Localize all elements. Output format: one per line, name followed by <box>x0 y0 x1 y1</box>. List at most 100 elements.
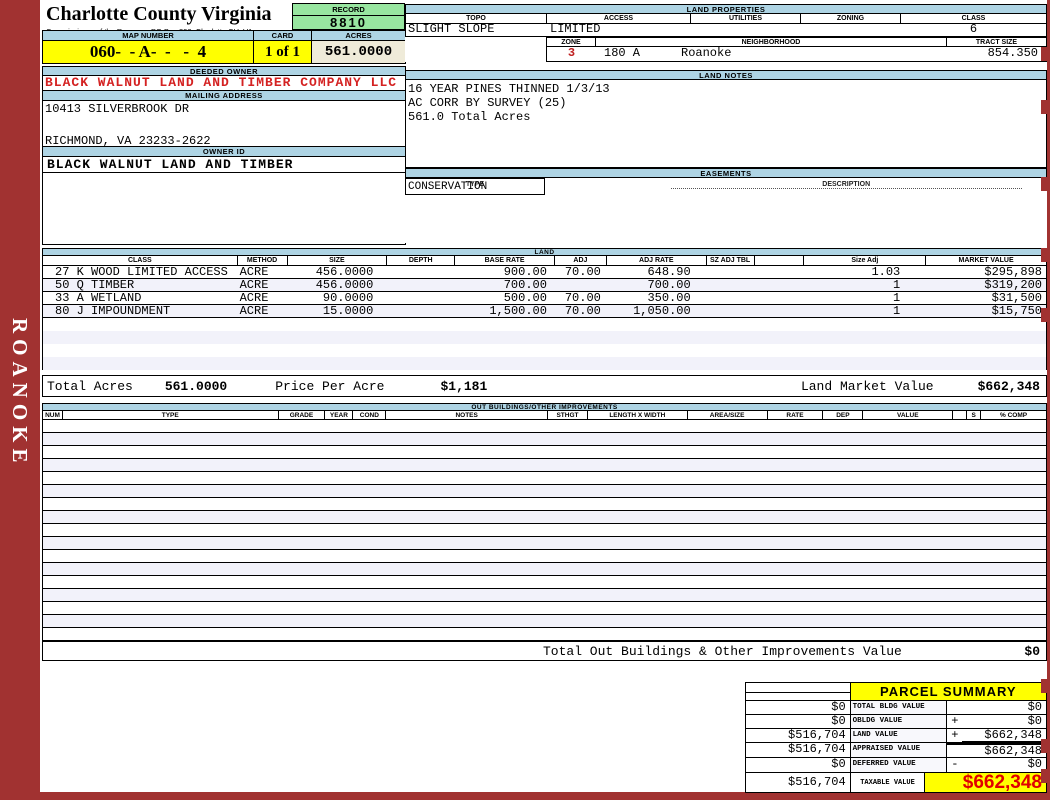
summary-right-value: $0 <box>1027 757 1042 771</box>
land-size: 456.0000 <box>315 265 374 279</box>
easement-type-value: CONSERVATION <box>408 181 488 193</box>
out-building-empty-row <box>43 485 1046 498</box>
land-note-line: AC CORR BY SURVEY (25) <box>408 96 567 110</box>
land-sz-adj-tbl <box>707 266 755 278</box>
district-sidebar: ROANOKE <box>0 0 40 800</box>
land-notes-box: 16 YEAR PINES THINNED 1/3/13 AC CORR BY … <box>405 80 1047 168</box>
out-building-empty-row <box>43 511 1046 524</box>
col-year: YEAR <box>325 411 354 419</box>
land-sz-adj-tbl <box>707 292 755 304</box>
utilities-value <box>691 24 801 36</box>
land-adj-rate: 350.00 <box>647 291 691 305</box>
land-method: ACRE <box>239 304 269 318</box>
col-dep: DEP <box>823 411 864 419</box>
zone-value: 3 <box>567 46 576 60</box>
zone-values: 3 180 A Roanoke 854.350 <box>546 47 1047 62</box>
land-totals-row: Total Acres 561.0000 Price Per Acre $1,1… <box>42 375 1047 397</box>
col-blank <box>754 256 805 265</box>
land-sz-adj-tbl <box>707 279 755 291</box>
red-edge-mark <box>1041 100 1047 114</box>
summary-left-value: $0 <box>746 715 851 728</box>
col-adj: ADJ <box>554 256 607 265</box>
land-size: 15.0000 <box>322 304 374 318</box>
col-depth: DEPTH <box>387 256 456 265</box>
col-class: CLASS <box>43 256 238 265</box>
summary-operator <box>947 743 963 757</box>
land-empty-band <box>43 357 1046 370</box>
land-depth <box>387 266 455 278</box>
neighborhood-name: Roanoke <box>681 46 732 60</box>
land-class: 50 Q TIMBER <box>55 278 135 292</box>
land-market-value: $15,750 <box>991 304 1042 318</box>
summary-label: TOTAL BLDG VALUE <box>850 701 948 714</box>
land-market-value-total: $662,348 <box>977 378 1040 394</box>
out-building-empty-row <box>43 589 1046 602</box>
summary-row-obldg: $0 OBLDG VALUE + $0 <box>746 715 1046 729</box>
land-adj: 70.00 <box>564 304 601 318</box>
land-size: 90.0000 <box>322 291 374 305</box>
land-blank <box>755 279 805 291</box>
tract-size-value: 854.350 <box>987 46 1038 60</box>
zone-neighborhood-row: ZONE NEIGHBORHOOD TRACT SIZE 3 180 A Roa… <box>405 37 1047 62</box>
card-label: CARD <box>254 30 312 41</box>
col-zoning: ZONING <box>801 14 901 23</box>
land-adj-rate: 1,050.00 <box>633 304 691 318</box>
land-method: ACRE <box>239 291 269 305</box>
land-adj: 70.00 <box>564 265 601 279</box>
total-acres-value: 561.0000 <box>164 378 228 394</box>
taxable-left-value: $516,704 <box>746 773 851 792</box>
deeded-owner-value: BLACK WALNUT LAND AND TIMBER COMPANY LLC <box>42 76 406 91</box>
out-building-empty-row <box>43 537 1046 550</box>
col-num: NUM <box>43 411 63 419</box>
red-edge-mark <box>1041 47 1047 61</box>
summary-left-value: $516,704 <box>746 729 851 742</box>
col-blank <box>953 411 968 419</box>
mailing-address-label: MAILING ADDRESS <box>42 91 406 101</box>
summary-operator: + <box>951 714 959 728</box>
red-edge-mark <box>1041 308 1047 322</box>
summary-right-value: $0 <box>1027 700 1042 714</box>
out-buildings-total-label: Total Out Buildings & Other Improvements… <box>543 643 902 659</box>
summary-operator: - <box>951 757 959 771</box>
map-number-label: MAP NUMBER <box>42 30 254 41</box>
col-adj-rate: ADJ RATE <box>606 256 707 265</box>
summary-left-value: $516,704 <box>746 743 851 757</box>
topo-value: SLIGHT SLOPE <box>408 22 495 36</box>
land-depth <box>387 305 455 317</box>
red-edge-mark <box>1041 679 1047 693</box>
record-box: RECORD 8810 <box>292 3 405 30</box>
land-table-title: LAND <box>42 248 1047 256</box>
parcel-id-row: MAP NUMBER 060- - A- - - 4 CARD 1 of 1 A… <box>42 30 406 64</box>
col-value: VALUE <box>863 411 954 419</box>
summary-right-value: $0 <box>1027 714 1042 728</box>
easements-title: EASEMENTS <box>405 168 1047 178</box>
map-number-block: MAP NUMBER 060- - A- - - 4 <box>42 30 254 64</box>
land-properties-columns: TOPO ACCESS UTILITIES ZONING CLASS <box>405 14 1047 24</box>
land-class: 27 K WOOD LIMITED ACCESS <box>55 265 228 279</box>
taxable-label: TAXABLE VALUE <box>851 773 926 792</box>
land-depth <box>387 279 455 291</box>
land-empty-band <box>43 344 1046 357</box>
summary-row-appraised: $516,704 APPRAISED VALUE $662,348 <box>746 743 1046 758</box>
land-base-rate: 500.00 <box>503 291 547 305</box>
col-neighborhood: NEIGHBORHOOD <box>596 38 947 46</box>
land-size-adj: 1 <box>893 291 901 305</box>
summary-label: OBLDG VALUE <box>850 715 948 728</box>
land-method: ACRE <box>239 265 269 279</box>
parcel-summary-blank-header <box>746 683 851 700</box>
col-market-value: MARKET VALUE <box>926 256 1046 265</box>
out-building-empty-row <box>43 433 1046 446</box>
col-cond: COND <box>353 411 387 419</box>
land-size-adj: 1.03 <box>871 265 901 279</box>
col-s: S <box>967 411 982 419</box>
acres-value: 561.0000 <box>312 41 406 64</box>
col-tract-size: TRACT SIZE <box>947 38 1046 46</box>
out-building-empty-row <box>43 498 1046 511</box>
land-market-value: $31,500 <box>991 291 1042 305</box>
out-building-empty-row <box>43 524 1046 537</box>
land-base-rate: 900.00 <box>503 265 547 279</box>
land-table-section: LAND CLASS METHOD SIZE DEPTH BASE RATE A… <box>42 248 1047 370</box>
summary-row-deferred: $0 DEFERRED VALUE - $0 <box>746 758 1046 772</box>
neighborhood-code: 180 A <box>604 46 641 60</box>
summary-operator: + <box>951 728 959 742</box>
